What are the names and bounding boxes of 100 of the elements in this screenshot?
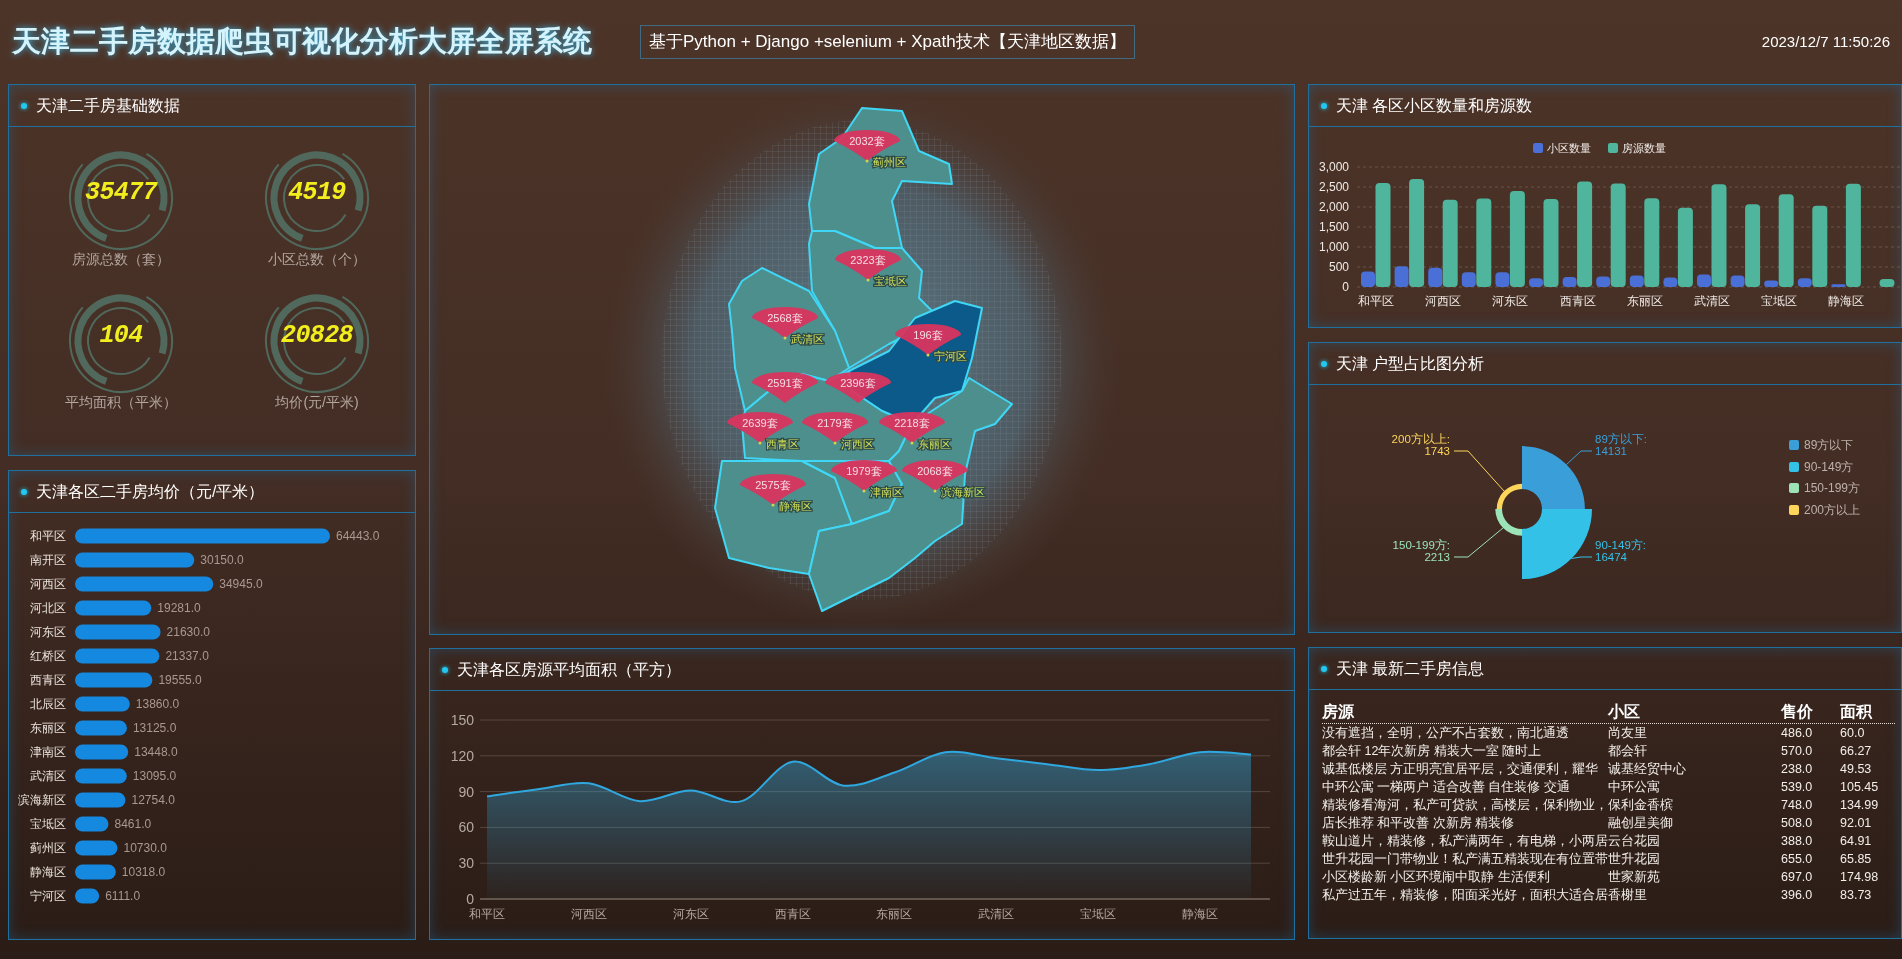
panel-title: 天津二手房基础数据: [36, 95, 180, 116]
stat-value: 4519: [288, 176, 346, 209]
axis-label: 宝坻区: [30, 817, 66, 831]
bar: [75, 792, 126, 808]
dot-icon: [833, 441, 837, 445]
pin-count: 2396套: [840, 377, 876, 389]
axis-label: 宁河区: [30, 889, 66, 903]
table-cell-text: 世升花园: [1608, 851, 1661, 868]
axis-label: 东丽区: [1626, 294, 1663, 308]
axis-label: 宝坻区: [1080, 907, 1117, 921]
panel-title: 天津各区房源平均面积（平方）: [457, 659, 681, 680]
column-header: 面积: [1840, 702, 1873, 722]
axis-label: 河东区: [1492, 294, 1529, 308]
legend-label: 小区数量: [1547, 142, 1591, 154]
table-cell-text: 世升花园一门带物业！私产满五精装现在有位置带: [1322, 851, 1608, 868]
district-label: 宝坻区: [874, 275, 907, 287]
bar-value: 21337.0: [165, 649, 209, 663]
panel-title: 天津 最新二手房信息: [1336, 658, 1485, 679]
bar-value: 10730.0: [123, 841, 167, 855]
axis-label: 静海区: [30, 865, 66, 879]
table-cell-text: 64.91: [1840, 833, 1873, 850]
table-cell-text: 云台花园: [1608, 833, 1661, 850]
bar-value: 21630.0: [166, 625, 210, 639]
axis-label: 500: [1328, 260, 1349, 274]
bar-value: 10318.0: [121, 865, 166, 879]
axis-label: 南开区: [30, 553, 66, 567]
pin-count: 2639套: [742, 417, 778, 429]
table-cell-text: 私产过五年，精装修，阳面采光好，面积大适合居: [1322, 887, 1608, 904]
dot-icon: [933, 489, 937, 493]
axis-label: 宝坻区: [1761, 294, 1798, 308]
axis-label: 西青区: [774, 907, 811, 921]
slice-value: 16474: [1595, 551, 1627, 563]
table-cell-text: 中环公寓: [1608, 779, 1661, 796]
table-cell-text: 134.99: [1840, 797, 1880, 814]
axis-label: 静海区: [1828, 294, 1865, 308]
bar-value: 30150.0: [200, 553, 244, 567]
axis-label: 红桥区: [30, 649, 66, 663]
legend-swatch: [1608, 143, 1618, 153]
district-label: 静海区: [779, 500, 812, 512]
pin-count: 2032套: [849, 135, 885, 147]
stat-label: 均价(元/平米): [275, 393, 359, 412]
table-cell-text: 店长推荐 和平改善 次新房 精装修: [1322, 815, 1516, 832]
slice-value: 2213: [1424, 551, 1450, 563]
pin-count: 1979套: [846, 465, 882, 477]
table-cell-text: 66.27: [1840, 743, 1873, 760]
table-cell-text: 世家新苑: [1608, 869, 1661, 886]
district-label: 蓟州区: [873, 156, 906, 168]
bar: [75, 864, 116, 880]
table-cell-text: 都会轩 12年次新房 精装大一室 随时上: [1322, 743, 1543, 760]
axis-label: 1,000: [1318, 240, 1349, 254]
pin-count: 2068套: [917, 465, 953, 477]
legend-swatch: [1533, 143, 1543, 153]
leader-line: [1565, 450, 1593, 466]
district-label: 武清区: [791, 333, 824, 345]
table-cell-text: 92.01: [1840, 815, 1873, 832]
bar-value: 12754.0: [131, 793, 175, 807]
map-pin: [752, 372, 818, 403]
table-cell-text: 49.53: [1840, 761, 1873, 778]
dot-icon: [771, 503, 775, 507]
axis-label: 0: [466, 891, 474, 907]
legend-label: 150-199方: [1804, 481, 1861, 495]
bar-value: 13448.0: [134, 745, 178, 759]
table-cell-text: 697.0: [1781, 869, 1814, 886]
axis-label: 1,500: [1318, 220, 1349, 234]
table-cell-text: 238.0: [1781, 761, 1814, 778]
bar: [75, 768, 127, 784]
panel-title: 天津各区二手房均价（元/平米）: [36, 481, 265, 502]
axis-label: 静海区: [1182, 907, 1219, 921]
axis-label: 120: [450, 747, 474, 764]
table-cell-text: 鞍山道片，精装修，私产满两年，有电梯，小两居: [1322, 833, 1608, 850]
axis-label: 东丽区: [876, 907, 913, 921]
dashboard-title: 天津二手房数据爬虫可视化分析大屏全屏系统: [12, 24, 593, 60]
dot-icon: [910, 441, 914, 445]
table-cell-text: 655.0: [1781, 851, 1814, 868]
table-cell-text: 65.85: [1840, 851, 1873, 868]
bar: [75, 720, 127, 736]
bar-value: 6111.0: [105, 889, 141, 903]
subtitle: 基于Python + Django +selenium + Xpath技术【天津地区数据】: [640, 25, 1135, 59]
axis-label: 河东区: [30, 625, 66, 639]
table-cell-text: 没有遮挡，全明，公产不占套数，南北通透: [1322, 725, 1570, 742]
table-cell-text: 香榭里: [1608, 887, 1648, 904]
bar: [75, 696, 130, 712]
table-cell-text: 诚基低楼层 方正明亮宜居平层，交通便利，耀华: [1322, 761, 1600, 778]
axis-label: 和平区: [469, 907, 505, 921]
panel-title: 天津 户型占比图分析: [1336, 353, 1485, 374]
bar-value: 13860.0: [135, 697, 180, 711]
pin-count: 2591套: [767, 377, 803, 389]
slice-label: 90-149方:: [1595, 539, 1646, 551]
leader-line: [1453, 527, 1504, 558]
bar-value: 13095.0: [132, 769, 177, 783]
stat-value: 20828: [281, 319, 353, 352]
bar: [1879, 279, 1895, 287]
axis-label: 2,500: [1318, 180, 1349, 194]
axis-label: 90: [458, 783, 474, 800]
axis-label: 河北区: [30, 601, 66, 615]
table-cell-text: 570.0: [1781, 743, 1814, 760]
table-cell-text: 融创星美御: [1608, 815, 1674, 832]
table-cell-text: 486.0: [1781, 725, 1814, 742]
slice-value: 1743: [1424, 445, 1450, 457]
bar: [75, 816, 109, 832]
